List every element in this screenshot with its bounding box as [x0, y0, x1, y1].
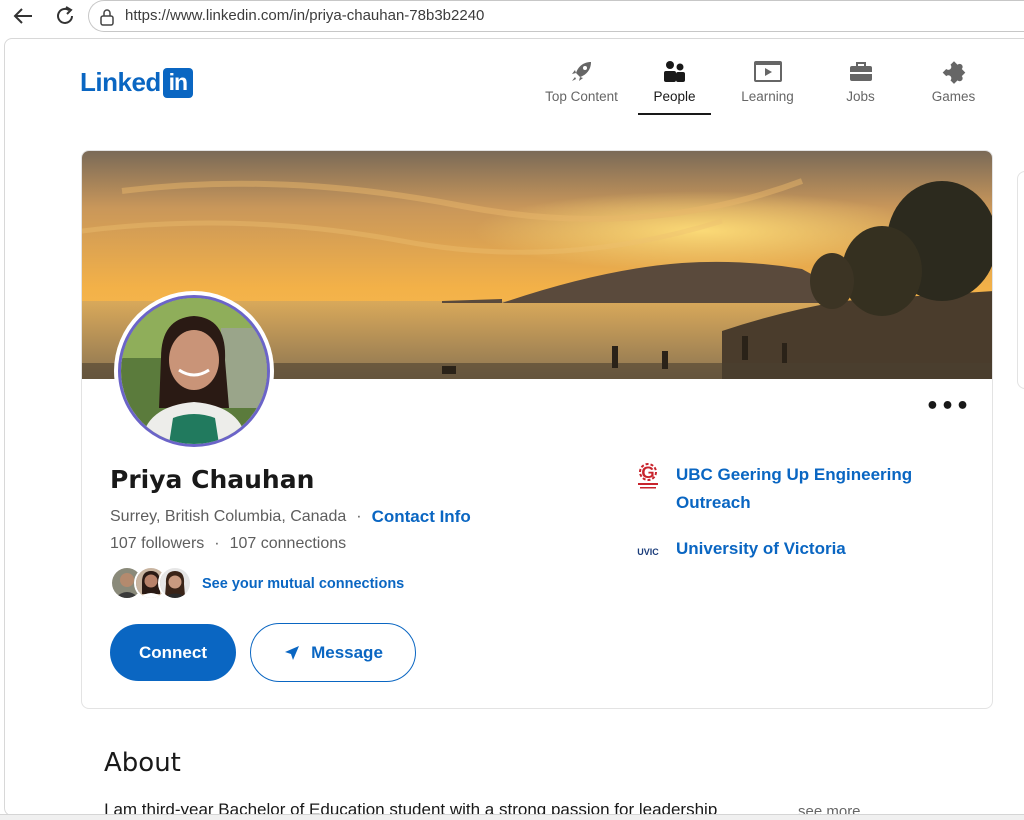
org-item-uvic[interactable]: UVIC University of Victoria: [634, 535, 974, 565]
nav-label: People: [653, 89, 696, 104]
logo-box: in: [162, 67, 193, 98]
org-item-ubc-geering-up[interactable]: G UBC Geering Up Engineering Outreach: [634, 461, 974, 517]
send-icon: [285, 645, 300, 660]
more-actions-button[interactable]: •••: [925, 391, 969, 421]
browser-toolbar: https://www.linkedin.com/in/priya-chauha…: [0, 0, 1024, 34]
org-name: University of Victoria: [676, 539, 846, 558]
avatar-photo: [121, 298, 267, 444]
uvic-logo: UVIC: [637, 547, 659, 557]
organizations-list: G UBC Geering Up Engineering Outreach UV…: [634, 461, 974, 583]
back-arrow-icon[interactable]: [10, 4, 36, 28]
svg-text:UVIC: UVIC: [637, 547, 659, 557]
connections-count: 107 connections: [229, 535, 347, 552]
lock-icon: [100, 9, 114, 26]
address-bar[interactable]: https://www.linkedin.com/in/priya-chauha…: [88, 0, 1024, 32]
linkedin-logo[interactable]: Linked in: [80, 67, 193, 98]
message-button[interactable]: Message: [250, 623, 416, 682]
rocket-icon: [571, 62, 591, 81]
reload-icon[interactable]: [52, 4, 78, 28]
nav-people[interactable]: People: [628, 57, 721, 115]
nav-top-content[interactable]: Top Content: [535, 57, 628, 113]
top-nav: Top Content People Learning Jobs Games: [535, 57, 1000, 115]
nav-label: Learning: [741, 89, 794, 104]
avatar: [158, 566, 192, 600]
mutual-avatars: [110, 566, 196, 602]
url-text: https://www.linkedin.com/in/priya-chauha…: [125, 7, 485, 24]
about-title: About: [104, 748, 181, 778]
geering-up-logo: G: [638, 463, 658, 489]
logo-text: Linked: [80, 67, 161, 97]
profile-card: ••• Priya Chauhan Surrey, British Columb…: [81, 150, 993, 709]
profile-location: Surrey, British Columbia, Canada: [110, 508, 347, 525]
contact-info-link[interactable]: Contact Info: [372, 507, 471, 527]
nav-label: Top Content: [545, 89, 618, 104]
mutual-connections-link[interactable]: See your mutual connections: [202, 576, 404, 592]
separator: ·: [356, 508, 362, 525]
video-icon: [753, 61, 782, 82]
connect-button[interactable]: Connect: [110, 624, 236, 681]
mutual-connections[interactable]: See your mutual connections: [110, 566, 404, 602]
nav-label: Jobs: [846, 89, 875, 104]
nav-games[interactable]: Games: [907, 57, 1000, 113]
location-line: Surrey, British Columbia, Canada · Conta…: [110, 507, 471, 527]
page-frame: Linked in Top Content People Learning Jo…: [4, 38, 1024, 816]
profile-name: Priya Chauhan: [110, 465, 315, 494]
nav-learning[interactable]: Learning: [721, 57, 814, 113]
separator: ·: [214, 535, 220, 552]
followers-count: 107 followers: [110, 535, 205, 552]
puzzle-icon: [942, 61, 965, 84]
nav-label: Games: [931, 89, 976, 104]
people-icon: [663, 61, 685, 82]
profile-avatar[interactable]: [114, 291, 274, 451]
right-rail-card: [1017, 171, 1024, 389]
message-label: Message: [311, 642, 383, 662]
stats-line: 107 followers · 107 connections: [110, 535, 346, 553]
nav-jobs[interactable]: Jobs: [814, 57, 907, 113]
briefcase-icon: [849, 62, 872, 81]
window-bottom-edge: [0, 814, 1024, 820]
org-name: UBC Geering Up Engineering Outreach: [676, 465, 913, 512]
